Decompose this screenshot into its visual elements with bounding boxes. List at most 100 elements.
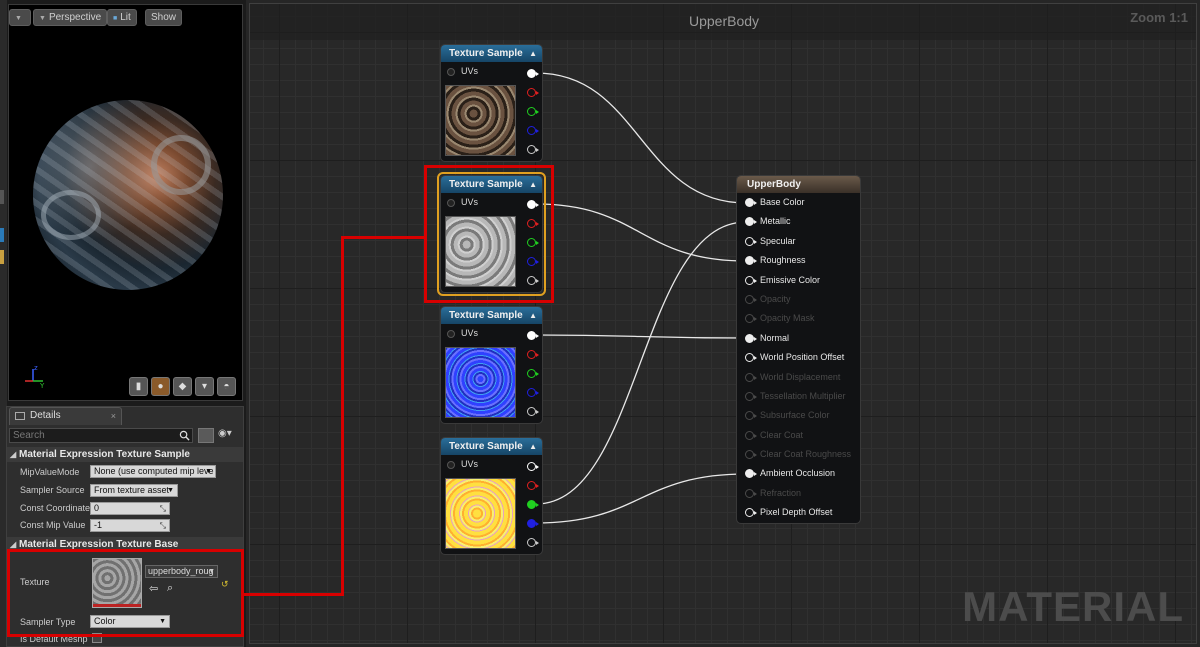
blue-output-pin[interactable] bbox=[527, 126, 539, 135]
red-output-pin[interactable] bbox=[527, 481, 539, 490]
view-menu-button[interactable]: ▼ bbox=[9, 9, 31, 26]
sampler-source-combo[interactable]: From texture asset ▼ bbox=[90, 484, 178, 497]
rgb-output-pin[interactable] bbox=[527, 462, 539, 471]
search-input[interactable]: Search bbox=[9, 428, 193, 443]
material-input-pin[interactable] bbox=[745, 469, 757, 479]
preview-viewport[interactable]: ▼ ▼ Perspective ■ Lit Show z Y ▮ ● ◆ ▾ ◓ bbox=[8, 4, 243, 401]
details-search-row: Search ◉▾ bbox=[9, 428, 241, 444]
eye-icon[interactable]: ◉▾ bbox=[218, 428, 242, 443]
node-header[interactable]: Texture Sample ▲ bbox=[441, 45, 542, 62]
perspective-button[interactable]: ▼ Perspective bbox=[33, 9, 108, 26]
cube-shape-icon[interactable]: ▾ bbox=[195, 377, 214, 396]
material-input-pin[interactable] bbox=[745, 450, 757, 460]
node-title: Texture Sample bbox=[449, 441, 523, 452]
red-output-pin[interactable] bbox=[527, 88, 539, 97]
collapse-icon[interactable]: ▲ bbox=[529, 438, 537, 455]
lit-button[interactable]: ■ Lit bbox=[107, 9, 137, 26]
material-input-pin[interactable] bbox=[745, 391, 757, 401]
material-input-pin[interactable] bbox=[745, 333, 757, 343]
texture-sample-node[interactable]: Texture Sample ▲ UVs bbox=[440, 44, 543, 162]
texture-asset-combo[interactable]: upperbody_roug ▼ bbox=[145, 565, 218, 578]
material-input-pin[interactable] bbox=[745, 353, 757, 363]
green-output-pin[interactable] bbox=[527, 500, 539, 509]
collapse-icon[interactable]: ▲ bbox=[529, 45, 537, 62]
rgb-output-pin[interactable] bbox=[527, 69, 539, 78]
material-pin-row: Normal bbox=[737, 329, 860, 348]
material-graph[interactable]: UpperBody Zoom 1:1 MATERIAL bbox=[249, 3, 1197, 644]
material-pin-label: Opacity bbox=[760, 293, 791, 304]
blue-output-pin[interactable] bbox=[527, 519, 539, 528]
red-output-pin[interactable] bbox=[527, 350, 539, 359]
material-input-pin[interactable] bbox=[745, 256, 757, 266]
search-icon[interactable] bbox=[179, 430, 190, 441]
cylinder-shape-icon[interactable]: ▮ bbox=[129, 377, 148, 396]
material-input-pin[interactable] bbox=[745, 430, 757, 440]
texture-sample-node-roughness[interactable]: Texture Sample ▲ UVs bbox=[440, 175, 543, 293]
node-title: Texture Sample bbox=[449, 48, 523, 59]
blue-output-pin[interactable] bbox=[527, 388, 539, 397]
sphere-shape-icon[interactable]: ● bbox=[151, 377, 170, 396]
texture-thumbnail[interactable] bbox=[92, 558, 142, 608]
close-icon[interactable]: × bbox=[111, 408, 116, 424]
uvs-input-pin[interactable] bbox=[447, 330, 455, 338]
section-texture-base[interactable]: ◢ Material Expression Texture Base bbox=[7, 537, 243, 552]
zoom-level: Zoom 1:1 bbox=[1130, 10, 1188, 25]
node-title: Texture Sample bbox=[449, 310, 523, 321]
graph-title: UpperBody bbox=[688, 13, 760, 29]
show-button[interactable]: Show bbox=[145, 9, 183, 26]
alpha-output-pin[interactable] bbox=[527, 276, 539, 285]
uvs-input-pin[interactable] bbox=[447, 68, 455, 76]
material-input-pin[interactable] bbox=[745, 508, 757, 518]
browse-search-icon[interactable]: ⌕ bbox=[167, 582, 173, 595]
teapot-shape-icon[interactable]: ◓ bbox=[217, 377, 236, 396]
uvs-label: UVs bbox=[461, 66, 479, 76]
uvs-input-pin[interactable] bbox=[447, 461, 455, 469]
alpha-output-pin[interactable] bbox=[527, 538, 539, 547]
alpha-output-pin[interactable] bbox=[527, 145, 539, 154]
blue-output-pin[interactable] bbox=[527, 257, 539, 266]
green-output-pin[interactable] bbox=[527, 107, 539, 116]
texture-sample-node-normal[interactable]: Texture Sample ▲ UVs bbox=[440, 306, 543, 424]
node-header[interactable]: Texture Sample ▲ bbox=[441, 438, 542, 455]
material-input-pin[interactable] bbox=[745, 488, 757, 498]
section-title: Material Expression Texture Base bbox=[19, 539, 179, 550]
material-input-pin[interactable] bbox=[745, 198, 757, 207]
material-pin-row: Roughness bbox=[737, 251, 860, 270]
details-panel: Details × Search ◉▾ ◢ Material Expression… bbox=[6, 406, 244, 647]
mipvaluemode-combo[interactable]: None (use computed mip leve ▼ bbox=[90, 465, 216, 478]
texture-sample-node-orm[interactable]: Texture Sample ▲ UVs bbox=[440, 437, 543, 555]
material-input-pin[interactable] bbox=[745, 217, 757, 227]
material-pin-row: Metallic bbox=[737, 212, 860, 231]
collapse-icon[interactable]: ▲ bbox=[529, 307, 537, 324]
material-result-node[interactable]: UpperBody Base Color Metallic Specular Roug… bbox=[736, 175, 861, 524]
red-output-pin[interactable] bbox=[527, 219, 539, 228]
material-input-pin[interactable] bbox=[745, 411, 757, 421]
property-matrix-button[interactable] bbox=[198, 428, 214, 443]
plane-shape-icon[interactable]: ◆ bbox=[173, 377, 192, 396]
rgb-output-pin[interactable] bbox=[527, 200, 539, 209]
node-header[interactable]: Texture Sample ▲ bbox=[441, 176, 542, 193]
alpha-output-pin[interactable] bbox=[527, 407, 539, 416]
use-selected-arrow-icon[interactable]: ⇦ bbox=[149, 582, 158, 595]
node-title: Texture Sample bbox=[449, 179, 523, 190]
uvs-input-pin[interactable] bbox=[447, 199, 455, 207]
const-coordinate-field[interactable]: 0 ⤡ bbox=[90, 502, 170, 515]
tab-details[interactable]: Details × bbox=[9, 407, 122, 425]
rgb-output-pin[interactable] bbox=[527, 331, 539, 340]
green-output-pin[interactable] bbox=[527, 369, 539, 378]
material-input-pin[interactable] bbox=[745, 236, 757, 246]
node-header[interactable]: Texture Sample ▲ bbox=[441, 307, 542, 324]
material-input-pin[interactable] bbox=[745, 372, 757, 382]
sampler-type-combo[interactable]: Color ▼ bbox=[90, 615, 170, 628]
green-output-pin[interactable] bbox=[527, 238, 539, 247]
is-default-meshpaint-checkbox[interactable] bbox=[92, 633, 102, 643]
material-input-pin[interactable] bbox=[745, 294, 757, 304]
material-input-pin[interactable] bbox=[745, 314, 757, 324]
section-texture-sample[interactable]: ◢ Material Expression Texture Sample bbox=[7, 447, 243, 462]
collapse-icon[interactable]: ▲ bbox=[529, 176, 537, 193]
reset-to-default-icon[interactable]: ↺ bbox=[221, 579, 229, 590]
sphere-detail bbox=[41, 190, 101, 240]
const-mip-value-field[interactable]: -1 ⤡ bbox=[90, 519, 170, 532]
material-node-title[interactable]: UpperBody bbox=[737, 176, 860, 193]
material-input-pin[interactable] bbox=[745, 275, 757, 285]
